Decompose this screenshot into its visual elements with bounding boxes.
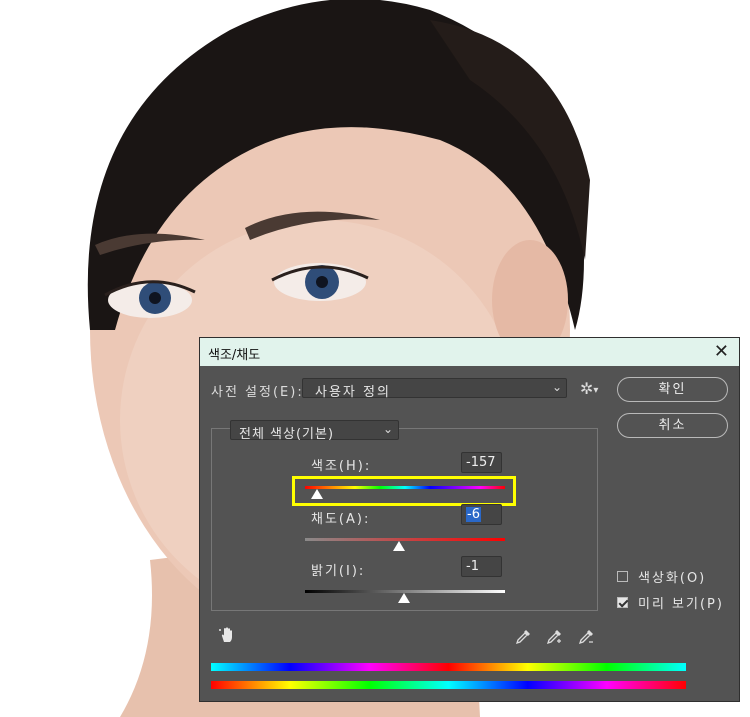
color-range-dropdown[interactable]: 전체 색상(기본) ⌄ <box>230 420 399 442</box>
hue-label: 색조(H): <box>311 459 372 474</box>
hue-highlight-box <box>292 476 516 506</box>
colorize-checkbox-row[interactable]: 색상화(O) <box>617 567 706 586</box>
cancel-button[interactable]: 취소 <box>617 413 728 438</box>
saturation-slider-thumb[interactable] <box>393 541 405 551</box>
colorize-label: 색상화(O) <box>638 571 707 586</box>
hue-input[interactable]: -157 <box>461 452 502 473</box>
preview-checkbox[interactable] <box>617 597 628 608</box>
gear-icon[interactable]: ✲▾ <box>580 379 598 398</box>
adjustment-group <box>211 428 598 611</box>
dialog-titlebar: 색조/채도 ✕ <box>200 338 739 366</box>
preset-dropdown[interactable]: 사용자 정의 ⌄ <box>302 378 567 400</box>
saturation-value: -6 <box>466 507 481 522</box>
preset-value: 사용자 정의 <box>315 385 391 400</box>
eyedropper-icon[interactable] <box>515 627 533 649</box>
colorize-checkbox[interactable] <box>617 571 628 582</box>
lightness-label: 밝기(I): <box>311 564 366 579</box>
ok-button[interactable]: 확인 <box>617 377 728 402</box>
lightness-input[interactable]: -1 <box>461 556 502 577</box>
hue-value: -157 <box>466 455 496 470</box>
eyedropper-subtract-icon[interactable] <box>578 627 596 649</box>
dialog-title: 색조/채도 <box>208 348 261 363</box>
lightness-slider-thumb[interactable] <box>398 593 410 603</box>
eyedropper-add-icon[interactable] <box>546 627 564 649</box>
output-color-bar <box>211 681 686 689</box>
saturation-slider-track[interactable] <box>305 538 505 541</box>
saturation-input[interactable]: -6 <box>461 504 502 525</box>
hand-adjust-icon[interactable] <box>218 626 236 648</box>
preset-label: 사전 설정(E): <box>211 385 304 400</box>
preview-checkbox-row[interactable]: 미리 보기(P) <box>617 593 724 612</box>
color-range-value: 전체 색상(기본) <box>239 427 335 442</box>
chevron-down-icon: ⌄ <box>551 380 562 394</box>
hue-saturation-dialog: 색조/채도 ✕ 사전 설정(E): 사용자 정의 ⌄ ✲▾ 확인 취소 전체 색… <box>199 337 740 702</box>
preview-label: 미리 보기(P) <box>638 597 724 612</box>
close-icon[interactable]: ✕ <box>714 341 729 362</box>
lightness-value: -1 <box>466 559 479 574</box>
chevron-down-icon: ⌄ <box>382 422 393 436</box>
saturation-label: 채도(A): <box>311 512 371 527</box>
input-color-bar <box>211 663 686 671</box>
